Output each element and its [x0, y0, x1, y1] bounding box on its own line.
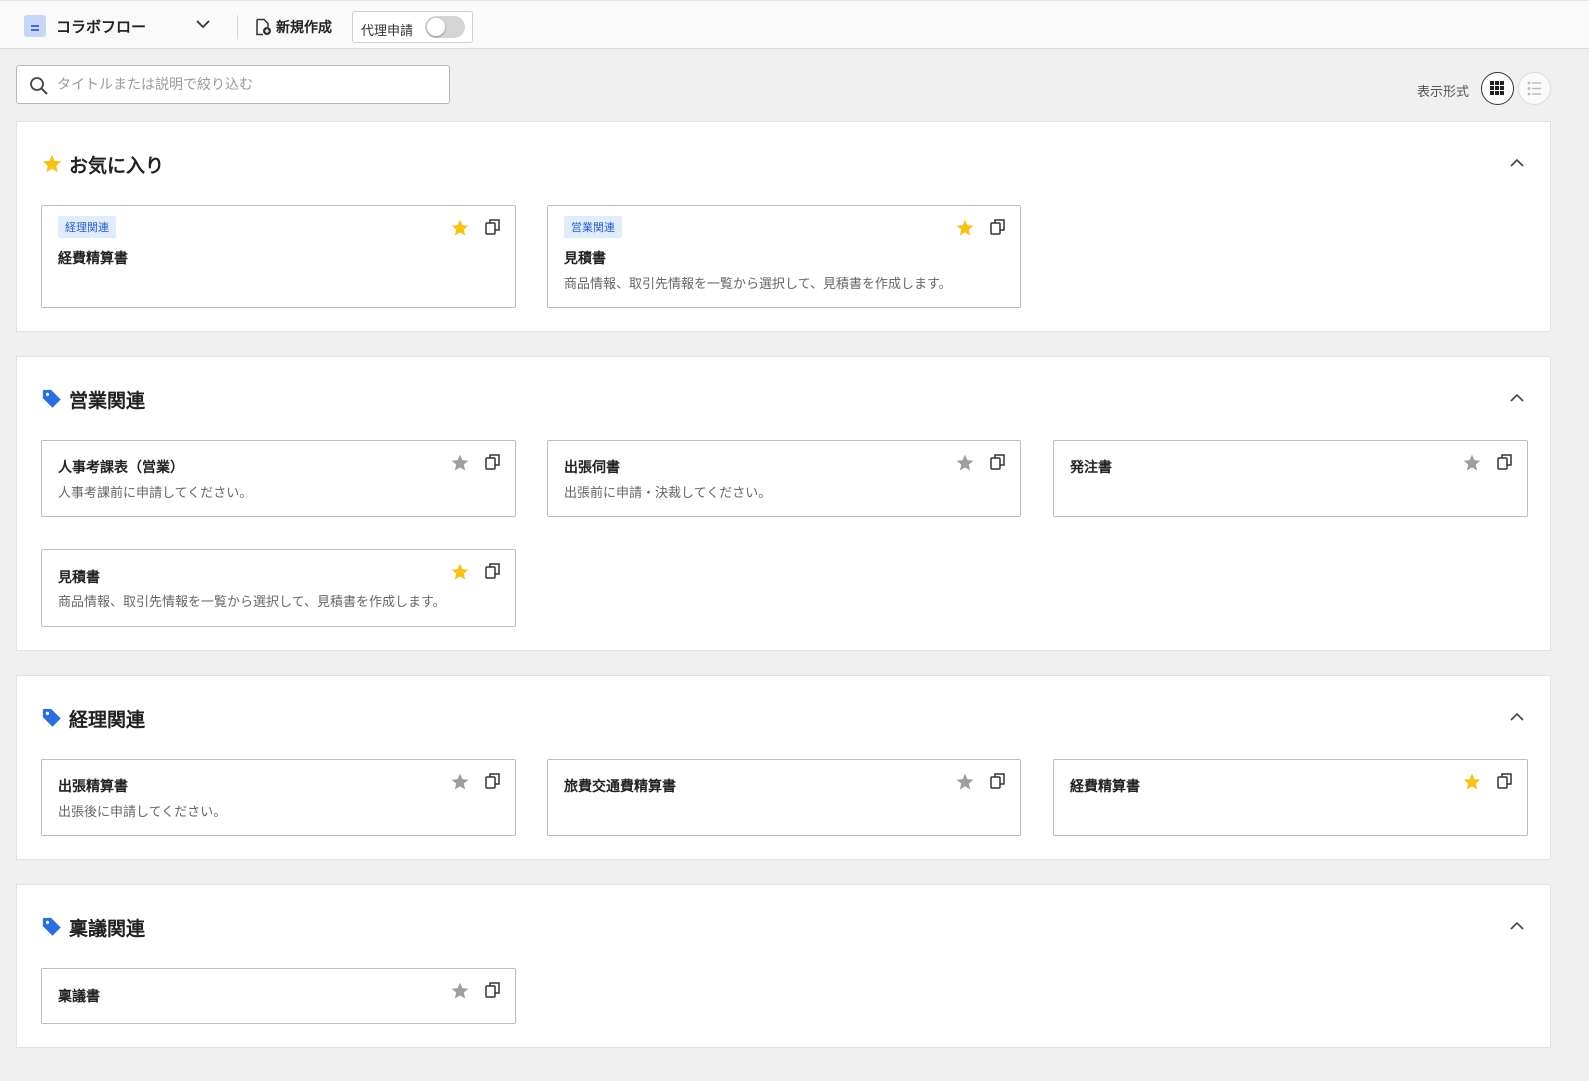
- toggle-knob: [427, 18, 445, 36]
- list-view-button[interactable]: [1518, 72, 1551, 105]
- card-description: 出張後に申請してください。: [58, 805, 227, 820]
- card-description: 商品情報、取引先情報を一覧から選択して、見積書を作成します。: [564, 277, 952, 292]
- search-input[interactable]: [57, 75, 437, 95]
- form-card[interactable]: 営業関連 見積書 商品情報、取引先情報を一覧から選択して、見積書を作成します。: [547, 205, 1021, 308]
- copy-icon[interactable]: [484, 772, 502, 790]
- card-title: 稟議書: [58, 989, 100, 1005]
- form-card[interactable]: 経費精算書: [1053, 759, 1528, 836]
- star-outline-icon[interactable]: [450, 453, 470, 473]
- divider: [237, 15, 238, 39]
- form-card[interactable]: 人事考課表（営業） 人事考課前に申請してください。: [41, 440, 516, 517]
- search-icon: [30, 77, 48, 95]
- card-title: 見積書: [564, 251, 606, 267]
- top-bar: コラボフロー 新規作成 代理申請: [0, 0, 1589, 49]
- view-mode-label: 表示形式: [1417, 85, 1470, 100]
- star-outline-icon[interactable]: [450, 772, 470, 792]
- card-title: 経費精算書: [1070, 779, 1140, 795]
- chevron-up-icon[interactable]: [1508, 389, 1526, 407]
- proxy-application-toggle-group: 代理申請: [352, 11, 473, 43]
- copy-icon[interactable]: [484, 453, 502, 471]
- proxy-application-toggle[interactable]: [425, 16, 465, 38]
- copy-icon[interactable]: [989, 218, 1007, 236]
- section-title: 稟議関連: [69, 917, 146, 940]
- new-document-icon: [256, 18, 271, 36]
- star-filled-icon[interactable]: [1462, 772, 1482, 792]
- card-description: 人事考課前に申請してください。: [58, 486, 253, 501]
- card-title: 出張精算書: [58, 779, 128, 795]
- document-icon: [24, 15, 46, 37]
- star-outline-icon[interactable]: [1462, 453, 1482, 473]
- chevron-up-icon[interactable]: [1508, 154, 1526, 172]
- new-form-button[interactable]: 新規作成: [254, 15, 332, 39]
- tag-icon: [42, 917, 61, 936]
- chevron-down-icon[interactable]: [194, 15, 212, 33]
- copy-icon[interactable]: [484, 562, 502, 580]
- section-title: 営業関連: [69, 389, 146, 412]
- card-title: 発注書: [1070, 460, 1112, 476]
- card-title: 出張伺書: [564, 460, 620, 476]
- section-header: 経理関連: [41, 706, 146, 731]
- card-title: 見積書: [58, 570, 100, 586]
- copy-icon[interactable]: [484, 218, 502, 236]
- form-card[interactable]: 見積書 商品情報、取引先情報を一覧から選択して、見積書を作成します。: [41, 549, 516, 627]
- chevron-up-icon[interactable]: [1508, 917, 1526, 935]
- copy-icon[interactable]: [989, 772, 1007, 790]
- card-title: 経費精算書: [58, 251, 128, 267]
- search-box: [16, 65, 450, 104]
- section-header: 営業関連: [41, 387, 146, 412]
- star-outline-icon[interactable]: [955, 772, 975, 792]
- card-title: 人事考課表（営業）: [58, 460, 184, 476]
- section-header: お気に入り: [41, 152, 165, 177]
- card-description: 出張前に申請・決裁してください。: [564, 486, 772, 501]
- tag-icon: [42, 708, 61, 727]
- section-favorites: お気に入り 経理関連 経費精算書 営業関連 見積書 商品情報、取引先情報を一覧か…: [16, 121, 1551, 332]
- star-outline-icon[interactable]: [450, 981, 470, 1001]
- section-sales: 営業関連 人事考課表（営業） 人事考課前に申請してください。 出張伺書 出張前に…: [16, 356, 1551, 651]
- category-tag: 経理関連: [58, 216, 116, 238]
- section-title: お気に入り: [69, 154, 165, 177]
- grid-view-button[interactable]: [1481, 72, 1514, 105]
- form-card[interactable]: 出張精算書 出張後に申請してください。: [41, 759, 516, 836]
- section-title: 経理関連: [69, 708, 146, 731]
- star-outline-icon[interactable]: [955, 453, 975, 473]
- star-icon: [42, 154, 62, 173]
- app-name[interactable]: コラボフロー: [56, 16, 146, 37]
- grid-icon: [1490, 81, 1504, 95]
- form-card[interactable]: 旅費交通費精算書: [547, 759, 1021, 836]
- copy-icon[interactable]: [484, 981, 502, 999]
- form-card[interactable]: 出張伺書 出張前に申請・決裁してください。: [547, 440, 1021, 517]
- copy-icon[interactable]: [989, 453, 1007, 471]
- card-description: 商品情報、取引先情報を一覧から選択して、見積書を作成します。: [58, 595, 446, 610]
- form-card[interactable]: 経理関連 経費精算書: [41, 205, 516, 308]
- copy-icon[interactable]: [1496, 453, 1514, 471]
- chevron-up-icon[interactable]: [1508, 708, 1526, 726]
- proxy-application-label: 代理申請: [361, 24, 414, 39]
- form-card[interactable]: 稟議書: [41, 968, 516, 1024]
- section-header: 稟議関連: [41, 915, 146, 940]
- star-filled-icon[interactable]: [450, 218, 470, 238]
- section-approval: 稟議関連 稟議書: [16, 884, 1551, 1048]
- star-filled-icon[interactable]: [955, 218, 975, 238]
- card-title: 旅費交通費精算書: [564, 779, 676, 795]
- category-tag: 営業関連: [564, 216, 622, 238]
- tag-icon: [42, 389, 61, 408]
- star-filled-icon[interactable]: [450, 562, 470, 582]
- form-card[interactable]: 発注書: [1053, 440, 1528, 517]
- new-form-label: 新規作成: [276, 20, 332, 36]
- list-icon: [1527, 81, 1541, 96]
- section-accounting: 経理関連 出張精算書 出張後に申請してください。 旅費交通費精算書 経費精算書: [16, 675, 1551, 860]
- copy-icon[interactable]: [1496, 772, 1514, 790]
